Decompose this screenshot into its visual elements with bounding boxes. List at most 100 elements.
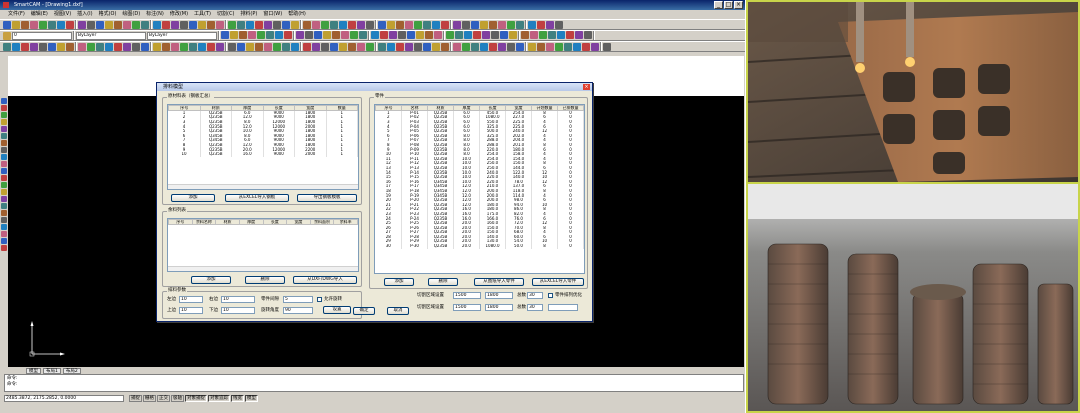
cutting-tool-3-icon[interactable] xyxy=(30,42,38,51)
layer-manager-icon[interactable] xyxy=(3,31,11,40)
status-mode-3[interactable]: 极轴 xyxy=(171,395,184,402)
properties-tool-25-icon[interactable] xyxy=(455,31,463,39)
color-select[interactable]: ByLayer xyxy=(76,31,146,40)
menu-item-9[interactable]: 切割(C) xyxy=(217,10,234,19)
menu-item-1[interactable]: 编辑(E) xyxy=(31,10,48,19)
properties-tool-27-icon[interactable] xyxy=(473,31,481,39)
standard-tool-26-icon[interactable] xyxy=(246,20,254,29)
standard-tool-13-icon[interactable] xyxy=(123,20,131,29)
cutting-tool-34-icon[interactable] xyxy=(321,42,329,51)
properties-tool-33-icon[interactable] xyxy=(530,31,538,39)
cutting-tool-26-icon[interactable] xyxy=(246,42,254,51)
cutting-tool-24-icon[interactable] xyxy=(228,42,236,51)
parts-row[interactable]: 30 P-30 Q235B 20.0 1080.0 50.0 8 0 xyxy=(375,243,584,249)
standard-tool-19-icon[interactable] xyxy=(180,20,188,29)
cutting-tool-1-icon[interactable] xyxy=(12,42,20,51)
properties-tool-22-icon[interactable] xyxy=(425,31,433,39)
command-window[interactable]: 命令: 命令: xyxy=(4,374,744,392)
standard-tool-53-icon[interactable] xyxy=(498,20,506,29)
cutting-tool-42-icon[interactable] xyxy=(396,42,404,51)
cutting-tool-39-icon[interactable] xyxy=(366,42,374,51)
import-plates-excel-button[interactable]: 从EXCEL导入钢板 xyxy=(225,194,289,202)
properties-tool-39-icon[interactable] xyxy=(584,31,592,39)
draw-tool-13-icon[interactable] xyxy=(1,189,7,195)
status-mode-5[interactable]: 对象追踪 xyxy=(208,395,230,402)
standard-tool-43-icon[interactable] xyxy=(405,20,413,29)
standard-tool-8-icon[interactable] xyxy=(78,20,86,29)
menu-item-5[interactable]: 绘图(D) xyxy=(122,10,140,19)
standard-tool-6-icon[interactable] xyxy=(57,20,65,29)
draw-tool-10-icon[interactable] xyxy=(1,168,7,174)
standard-tool-2-icon[interactable] xyxy=(21,20,29,29)
remnant-header-5[interactable]: 宽度 xyxy=(286,219,311,225)
draw-tool-19-icon[interactable] xyxy=(1,231,7,237)
linetype-select[interactable]: ByLayer xyxy=(147,31,217,40)
cutting-tool-5-icon[interactable] xyxy=(48,42,56,51)
cutting-tool-0-icon[interactable] xyxy=(3,42,11,51)
dialog-close-icon[interactable]: × xyxy=(583,84,590,90)
standard-tool-16-icon[interactable] xyxy=(153,20,161,29)
properties-tool-15-icon[interactable] xyxy=(359,31,367,39)
standard-tool-46-icon[interactable] xyxy=(432,20,440,29)
standard-tool-11-icon[interactable] xyxy=(105,20,113,29)
cutting-tool-45-icon[interactable] xyxy=(423,42,431,51)
standard-tool-10-icon[interactable] xyxy=(96,20,104,29)
standard-tool-48-icon[interactable] xyxy=(453,20,461,29)
cutting-tool-25-icon[interactable] xyxy=(237,42,245,51)
cutting-tool-16-icon[interactable] xyxy=(153,42,161,51)
properties-tool-38-icon[interactable] xyxy=(575,31,583,39)
properties-tool-26-icon[interactable] xyxy=(464,31,472,39)
standard-tool-15-icon[interactable] xyxy=(141,20,149,29)
bottom-margin-field[interactable]: 10 xyxy=(221,307,255,314)
remnant-header-1[interactable]: 余料名称 xyxy=(191,219,217,225)
export-plates-template-button[interactable]: 导出钢板模板 xyxy=(297,194,357,202)
properties-tool-10-icon[interactable] xyxy=(314,31,322,39)
add-part-button[interactable]: 添加 xyxy=(384,278,414,286)
status-mode-0[interactable]: 捕捉 xyxy=(129,395,142,402)
properties-tool-9-icon[interactable] xyxy=(305,31,313,39)
import-parts-excel-button[interactable]: 从EXCEL导入零件 xyxy=(532,278,584,286)
menu-item-8[interactable]: 工具(T) xyxy=(194,10,211,19)
standard-tool-50-icon[interactable] xyxy=(471,20,479,29)
layout-tab-0[interactable]: 模型 xyxy=(26,367,41,374)
standard-tool-7-icon[interactable] xyxy=(66,20,74,29)
remnant-horizontal-scrollbar[interactable] xyxy=(168,266,358,271)
draw-tool-7-icon[interactable] xyxy=(1,147,7,153)
menu-item-7[interactable]: 修改(M) xyxy=(170,10,188,19)
status-mode-1[interactable]: 栅格 xyxy=(143,395,156,402)
standard-tool-38-icon[interactable] xyxy=(357,20,365,29)
draw-tool-4-icon[interactable] xyxy=(1,126,7,132)
standard-tool-30-icon[interactable] xyxy=(282,20,290,29)
properties-tool-8-icon[interactable] xyxy=(296,31,304,39)
ok-button[interactable]: 确定 xyxy=(353,307,375,315)
standard-tool-45-icon[interactable] xyxy=(423,20,431,29)
cutting-tool-55-icon[interactable] xyxy=(516,42,524,51)
cutting-tool-49-icon[interactable] xyxy=(462,42,470,51)
draw-tool-6-icon[interactable] xyxy=(1,140,7,146)
properties-tool-29-icon[interactable] xyxy=(491,31,499,39)
cut-area-y-field[interactable]: 1800 xyxy=(485,292,513,299)
properties-tool-12-icon[interactable] xyxy=(332,31,340,39)
cutting-tool-50-icon[interactable] xyxy=(471,42,479,51)
cutting-tool-48-icon[interactable] xyxy=(453,42,461,51)
cutting-tool-44-icon[interactable] xyxy=(414,42,422,51)
layout-tab-2[interactable]: 布局2 xyxy=(62,367,81,374)
add-remnant-button[interactable]: 添加 xyxy=(191,276,231,284)
cutting-tool-30-icon[interactable] xyxy=(282,42,290,51)
delete-part-button[interactable]: 删除 xyxy=(428,278,458,286)
standard-tool-14-icon[interactable] xyxy=(132,20,140,29)
draw-tool-8-icon[interactable] xyxy=(1,154,7,160)
cutting-tool-10-icon[interactable] xyxy=(96,42,104,51)
properties-tool-37-icon[interactable] xyxy=(566,31,574,39)
standard-tool-44-icon[interactable] xyxy=(414,20,422,29)
cutting-tool-31-icon[interactable] xyxy=(291,42,299,51)
cutting-tool-21-icon[interactable] xyxy=(198,42,206,51)
properties-tool-23-icon[interactable] xyxy=(434,31,442,39)
menu-item-0[interactable]: 文件(F) xyxy=(8,10,25,19)
remnant-header-7[interactable]: 余料率 xyxy=(333,219,358,225)
cutting-tool-13-icon[interactable] xyxy=(123,42,131,51)
cutting-tool-46-icon[interactable] xyxy=(432,42,440,51)
status-mode-2[interactable]: 正交 xyxy=(157,395,170,402)
properties-tool-32-icon[interactable] xyxy=(521,31,529,39)
draw-tool-11-icon[interactable] xyxy=(1,175,7,181)
